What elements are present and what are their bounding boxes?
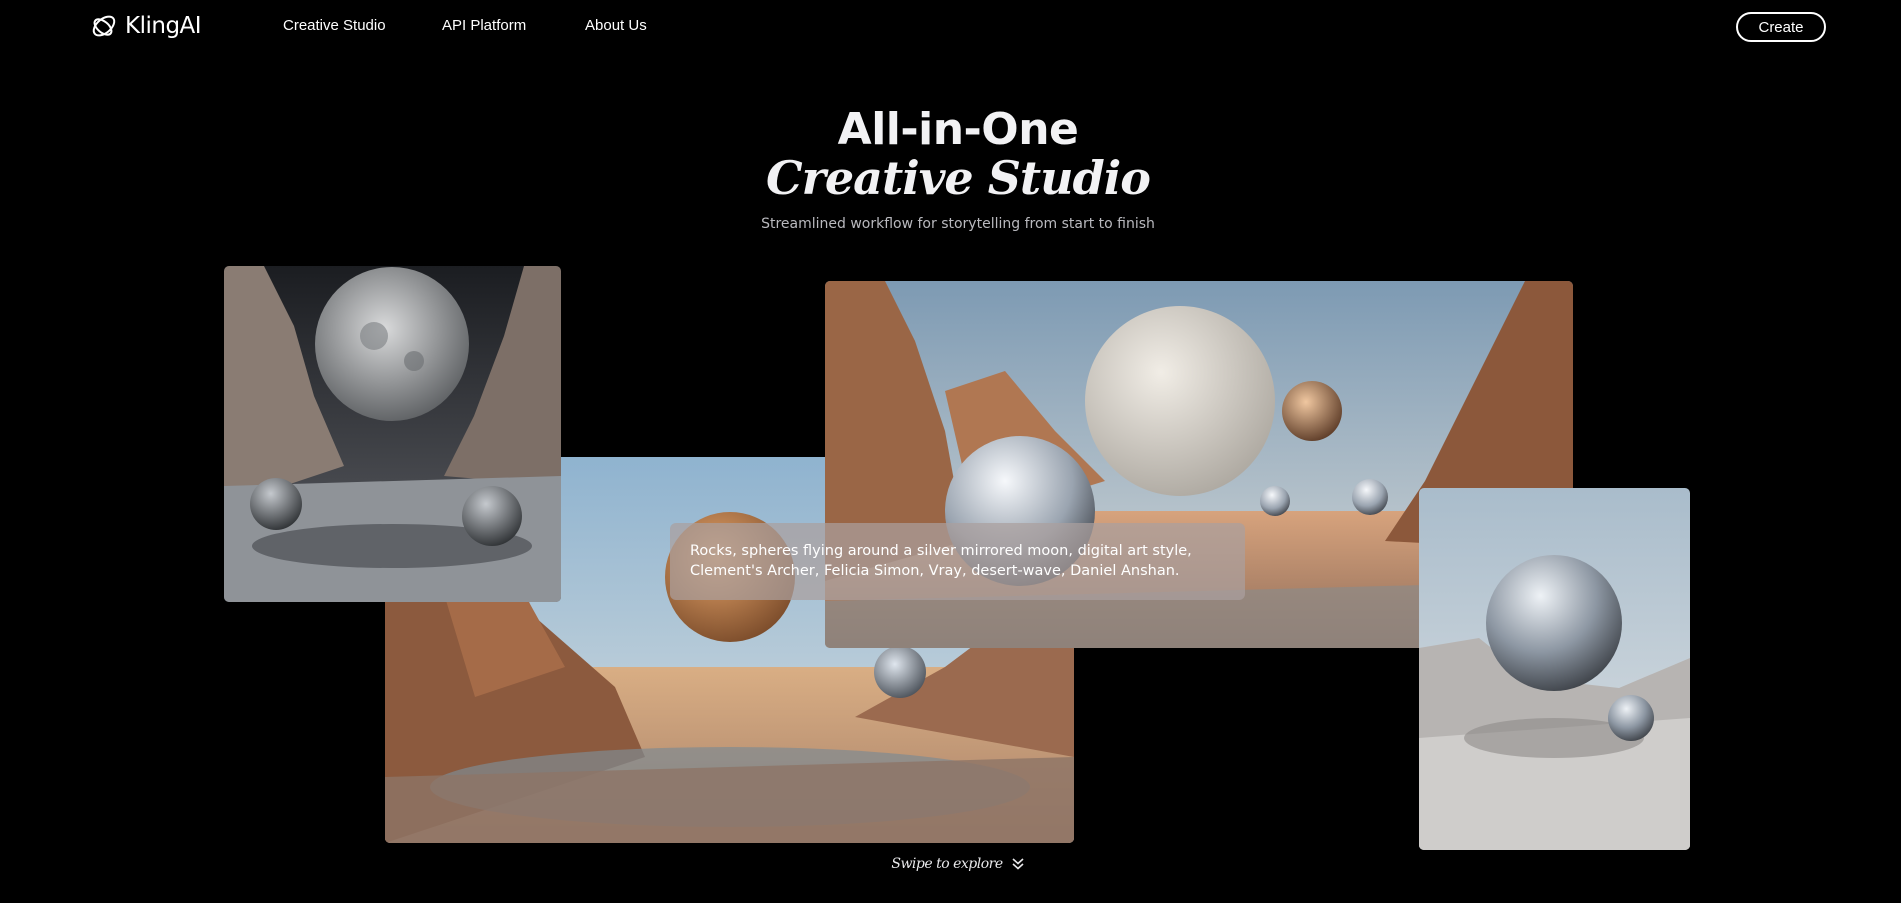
create-button[interactable]: Create (1736, 12, 1826, 42)
klingai-logo-icon (92, 15, 116, 37)
swipe-label: Swipe to explore (891, 856, 1003, 872)
hero-subtitle: Streamlined workflow for storytelling fr… (761, 216, 1155, 232)
brand-name: KlingAI (125, 13, 202, 39)
klingai-logo[interactable]: KlingAI (89, 11, 202, 41)
gallery-image-moon[interactable] (224, 266, 561, 602)
double-chevron-down-icon (1012, 858, 1024, 870)
nav-about-us[interactable]: About Us (585, 17, 647, 34)
gallery-image-chrome-sphere[interactable] (1419, 488, 1690, 850)
prompt-caption: Rocks, spheres flying around a silver mi… (670, 523, 1245, 600)
hero-title-line1: All-in-One (837, 104, 1079, 155)
nav-creative-studio[interactable]: Creative Studio (283, 17, 386, 34)
hero-title-line2: Creative Studio (766, 151, 1151, 205)
nav-api-platform[interactable]: API Platform (442, 17, 526, 34)
swipe-hint[interactable]: Swipe to explore (0, 856, 1901, 872)
